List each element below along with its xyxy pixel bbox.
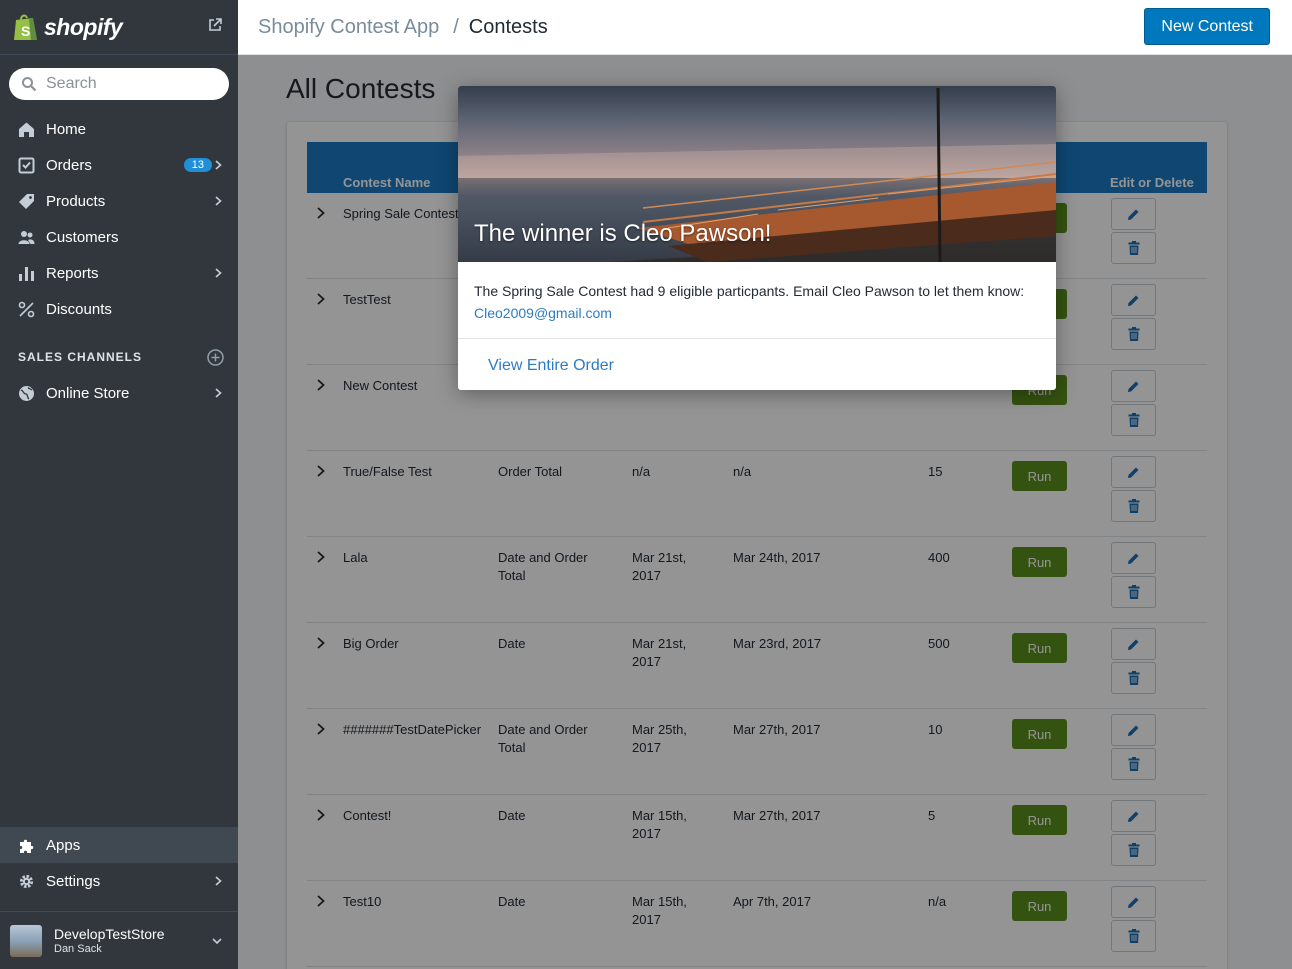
- customers-icon: [18, 230, 35, 244]
- sales-channels-heading: SALES CHANNELS: [18, 350, 143, 364]
- add-channel-icon[interactable]: [207, 349, 224, 366]
- sidebar-item-label: Customers: [46, 228, 119, 246]
- store-name: DevelopTestStore: [54, 926, 165, 942]
- pier-sunset-image: The winner is Cleo Pawson!: [458, 86, 1056, 262]
- sidebar-item-label: Apps: [46, 836, 81, 854]
- sidebar-item-discounts[interactable]: Discounts: [0, 291, 238, 327]
- sidebar-item-label: Home: [46, 120, 87, 138]
- puzzle-icon: [20, 839, 34, 853]
- sidebar-item-label: Online Store: [46, 384, 130, 402]
- user-name: Dan Sack: [54, 943, 102, 955]
- view-order-link[interactable]: View Entire Order: [488, 357, 614, 375]
- search-input[interactable]: [46, 75, 206, 93]
- search-box[interactable]: [9, 68, 229, 100]
- modal-title: The winner is Cleo Pawson!: [474, 220, 772, 247]
- sidebar: S shopify Home Orders 13 Products: [0, 0, 238, 969]
- chevron-right-icon: [215, 160, 222, 170]
- chevron-right-icon: [215, 876, 222, 886]
- sidebar-item-reports[interactable]: Reports: [0, 255, 238, 291]
- channels-nav: Online Store: [0, 375, 238, 411]
- sidebar-item-customers[interactable]: Customers: [0, 219, 238, 255]
- sidebar-item-products[interactable]: Products: [0, 183, 238, 219]
- chevron-right-icon: [215, 268, 222, 278]
- chevron-down-icon: [212, 938, 222, 945]
- modal-footer: View Entire Order: [458, 338, 1056, 390]
- svg-text:S: S: [21, 23, 30, 39]
- gear-icon: [19, 874, 34, 888]
- winner-email-link[interactable]: Cleo2009@gmail.com: [474, 305, 612, 321]
- sidebar-item-home[interactable]: Home: [0, 111, 238, 147]
- sidebar-item-apps[interactable]: Apps: [0, 827, 238, 863]
- breadcrumb: Shopify Contest App / Contests: [258, 16, 548, 39]
- orders-icon: [18, 157, 35, 173]
- sidebar-item-label: Products: [46, 192, 106, 210]
- sidebar-item-orders[interactable]: Orders 13: [0, 147, 238, 183]
- winner-modal: The winner is Cleo Pawson! The Spring Sa…: [458, 86, 1056, 390]
- new-contest-button[interactable]: New Contest: [1144, 8, 1270, 45]
- breadcrumb-separator: /: [453, 16, 459, 38]
- breadcrumb-current: Contests: [468, 16, 548, 38]
- tag-icon: [19, 193, 34, 209]
- sidebar-item-online-store[interactable]: Online Store: [0, 375, 238, 411]
- main-nav: Home Orders 13 Products Customers Report…: [0, 111, 238, 327]
- shopify-bag-icon: S: [14, 14, 37, 40]
- discount-icon: [18, 301, 35, 317]
- globe-icon: [19, 385, 34, 401]
- home-icon: [19, 122, 34, 137]
- store-avatar: [10, 924, 42, 957]
- modal-body: The Spring Sale Contest had 9 eligible p…: [474, 280, 1040, 324]
- sidebar-item-label: Orders: [46, 156, 92, 174]
- chevron-right-icon: [215, 388, 222, 398]
- breadcrumb-app[interactable]: Shopify Contest App: [258, 16, 439, 38]
- shopify-logo[interactable]: S shopify: [0, 0, 238, 55]
- external-link-icon[interactable]: [208, 18, 222, 32]
- top-bar: Shopify Contest App / Contests New Contest: [238, 0, 1292, 55]
- chevron-right-icon: [215, 196, 222, 206]
- brand-wordmark: shopify: [44, 13, 123, 40]
- modal-message: The Spring Sale Contest had 9 eligible p…: [474, 283, 1025, 299]
- bottom-nav: Apps Settings: [0, 827, 238, 899]
- orders-count-badge: 13: [183, 158, 212, 172]
- sidebar-item-label: Reports: [46, 264, 99, 282]
- sidebar-item-label: Discounts: [46, 300, 112, 318]
- account-menu[interactable]: DevelopTestStore Dan Sack: [0, 911, 238, 969]
- sidebar-item-label: Settings: [46, 872, 101, 890]
- bar-chart-icon: [19, 266, 34, 281]
- sidebar-item-settings[interactable]: Settings: [0, 863, 238, 899]
- search-icon: [22, 77, 37, 92]
